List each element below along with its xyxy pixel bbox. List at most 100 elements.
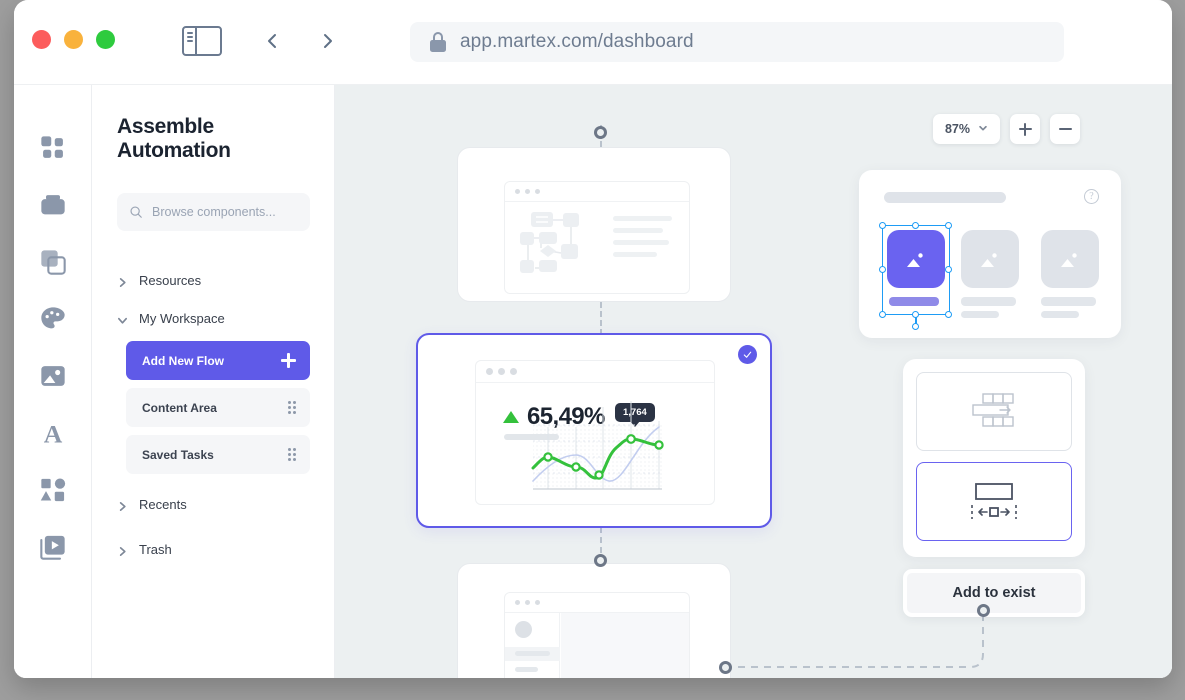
mock-window xyxy=(504,592,690,678)
connector-node[interactable] xyxy=(977,604,990,617)
chevron-right-icon xyxy=(117,544,128,555)
flow-item-saved-tasks[interactable]: Saved Tasks xyxy=(126,435,310,474)
flow-item-label: Content Area xyxy=(142,401,217,415)
check-circle-icon[interactable] xyxy=(738,345,757,364)
flow-card-chart[interactable]: 65,49% 1,764 xyxy=(416,333,772,528)
resize-handle-sw[interactable] xyxy=(879,311,886,318)
help-circle-icon[interactable]: ? xyxy=(1084,189,1099,204)
resize-handle-se[interactable] xyxy=(945,311,952,318)
selection-box[interactable] xyxy=(882,225,950,315)
minus-icon xyxy=(1059,123,1072,136)
layout-option-spacing[interactable] xyxy=(916,462,1072,541)
shapes-icon[interactable] xyxy=(38,475,68,505)
search-box[interactable] xyxy=(117,193,310,231)
flow-card-profile[interactable] xyxy=(457,563,731,678)
skeleton-line xyxy=(613,240,669,245)
component-panel: Assemble Automation Resources My Workspa… xyxy=(92,85,335,678)
layers-icon[interactable] xyxy=(38,247,68,277)
briefcase-icon[interactable] xyxy=(38,190,68,220)
thumb-caption xyxy=(1041,311,1079,318)
video-play-icon[interactable] xyxy=(38,532,68,562)
zoom-level-value: 87% xyxy=(945,122,970,136)
thumb-caption xyxy=(961,311,999,318)
chevron-left-icon[interactable] xyxy=(258,27,286,55)
rotate-handle[interactable] xyxy=(912,323,919,330)
sidebar-panel-icon[interactable] xyxy=(182,26,222,56)
app-body: A Assemble Automation Resources xyxy=(14,85,1172,678)
add-to-exist-button[interactable]: Add to exist xyxy=(903,569,1085,617)
resize-handle-ne[interactable] xyxy=(945,222,952,229)
zoom-window-button[interactable] xyxy=(96,30,115,49)
thumb-caption xyxy=(961,297,1016,306)
zoom-out-button[interactable] xyxy=(1050,114,1080,144)
connector-node[interactable] xyxy=(719,661,732,674)
lock-icon xyxy=(430,32,446,52)
flow-item-label: Saved Tasks xyxy=(142,448,214,462)
drag-grip-icon[interactable] xyxy=(288,401,296,414)
image-icon[interactable] xyxy=(38,361,68,391)
flow-canvas[interactable]: 87% xyxy=(335,85,1172,678)
add-new-flow-button[interactable]: Add New Flow xyxy=(126,341,310,380)
drag-grip-icon[interactable] xyxy=(288,448,296,461)
picker-title-skeleton xyxy=(884,192,1006,203)
zoom-controls: 87% xyxy=(933,114,1080,144)
image-icon xyxy=(1058,249,1082,269)
mock-window-bar xyxy=(505,182,689,202)
sidebar-item-recents[interactable]: Recents xyxy=(117,489,310,519)
sidebar-item-label: Resources xyxy=(139,273,201,288)
browser-titlebar: app.martex.com/dashboard xyxy=(14,0,1172,85)
page-title: Assemble Automation xyxy=(117,115,310,163)
search-icon xyxy=(129,205,143,219)
url-text: app.martex.com/dashboard xyxy=(460,31,694,53)
skeleton-line xyxy=(613,216,672,221)
skeleton-line xyxy=(613,228,663,233)
connector-node[interactable] xyxy=(594,126,607,139)
palette-icon[interactable] xyxy=(38,304,68,334)
thumb-3[interactable] xyxy=(1041,230,1099,288)
zoom-level-select[interactable]: 87% xyxy=(933,114,1000,144)
mock-content xyxy=(561,613,689,678)
avatar xyxy=(515,621,532,638)
horizontal-spacing-icon xyxy=(966,479,1022,525)
table-insert-column-icon xyxy=(968,390,1020,434)
traffic-lights xyxy=(32,30,115,49)
flow-item-label: Add New Flow xyxy=(142,354,224,368)
line-chart xyxy=(476,361,715,505)
sidebar-item-resources[interactable]: Resources xyxy=(117,265,310,295)
layout-option-table[interactable] xyxy=(916,372,1072,451)
resize-handle-w[interactable] xyxy=(879,266,886,273)
connector-node[interactable] xyxy=(594,554,607,567)
mock-diagram xyxy=(519,208,599,280)
skeleton-line xyxy=(515,651,550,656)
zoom-in-button[interactable] xyxy=(1010,114,1040,144)
plus-icon xyxy=(1019,123,1032,136)
flow-card-diagram[interactable] xyxy=(457,147,731,302)
close-window-button[interactable] xyxy=(32,30,51,49)
search-input[interactable] xyxy=(152,205,298,219)
sidebar-item-trash[interactable]: Trash xyxy=(117,534,310,564)
grid-dashboard-icon[interactable] xyxy=(38,133,68,163)
icon-rail: A xyxy=(14,85,92,678)
sidebar-item-label: Trash xyxy=(139,542,172,557)
mock-window: 65,49% 1,764 xyxy=(475,360,715,505)
resize-handle-nw[interactable] xyxy=(879,222,886,229)
thumb-2[interactable] xyxy=(961,230,1019,288)
svg-text:A: A xyxy=(43,419,62,447)
text-a-icon[interactable]: A xyxy=(38,418,68,448)
resize-handle-n[interactable] xyxy=(912,222,919,229)
chevron-right-icon xyxy=(117,275,128,286)
sidebar-item-my-workspace[interactable]: My Workspace xyxy=(117,303,310,333)
minimize-window-button[interactable] xyxy=(64,30,83,49)
image-picker-card[interactable]: ? xyxy=(859,170,1121,338)
chevron-down-icon xyxy=(978,122,988,136)
resize-handle-e[interactable] xyxy=(945,266,952,273)
chevron-right-icon[interactable] xyxy=(314,27,342,55)
mock-window xyxy=(504,181,690,294)
chevron-down-icon xyxy=(117,313,128,324)
sidebar-panel-lines xyxy=(184,28,197,54)
spacer xyxy=(117,482,310,489)
address-bar[interactable]: app.martex.com/dashboard xyxy=(410,22,1064,62)
flow-item-content-area[interactable]: Content Area xyxy=(126,388,310,427)
spacer xyxy=(117,527,310,534)
browser-window: app.martex.com/dashboard A xyxy=(14,0,1172,678)
